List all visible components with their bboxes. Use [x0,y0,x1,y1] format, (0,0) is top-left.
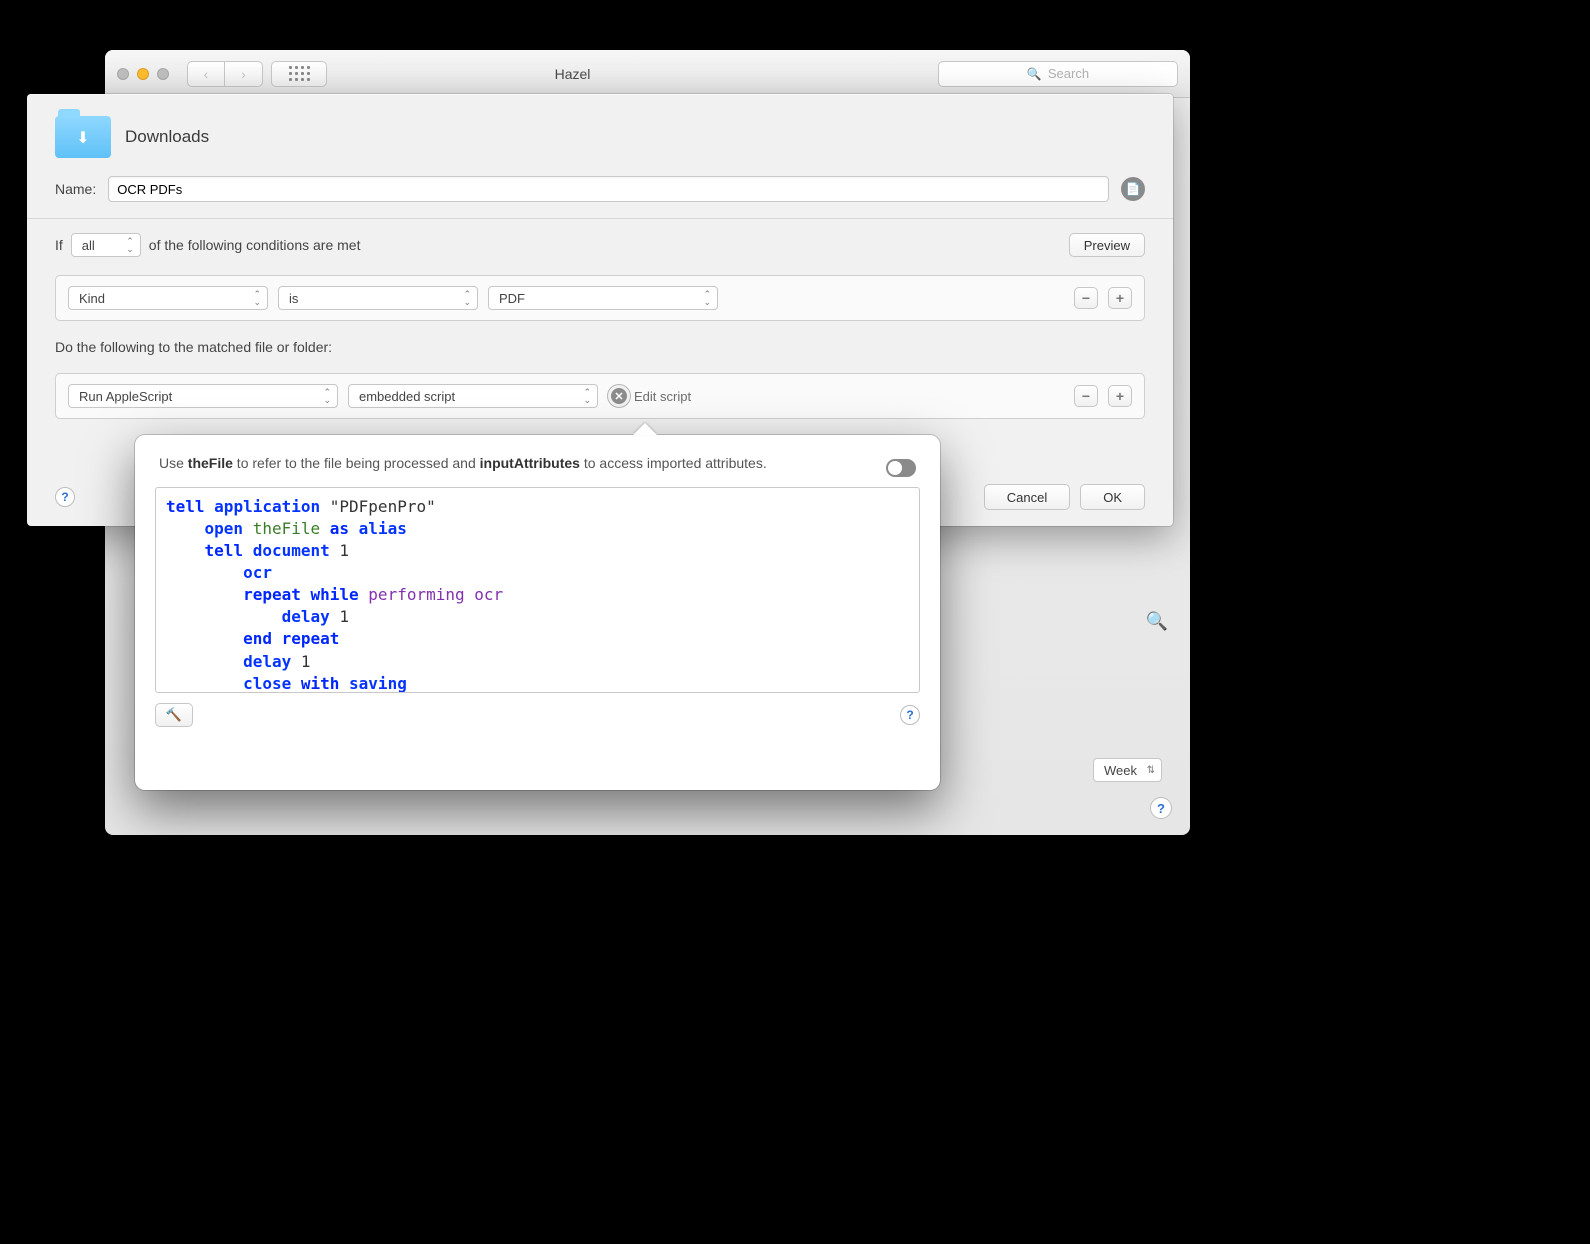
rule-notes-button[interactable]: 📄 [1121,177,1145,201]
script-editor-popover: Use theFile to refer to the file being p… [135,435,940,790]
if-prefix: If [55,237,63,253]
action-row: Run AppleScript ⌃⌄ embedded script ⌃⌄ ✕ … [55,373,1145,419]
condition-row: Kind ⌃⌄ is ⌃⌄ PDF ⌃⌄ − + [55,275,1145,321]
cancel-button[interactable]: Cancel [984,484,1070,510]
background-search-icon[interactable]: 🔍 [1142,606,1172,636]
preview-button[interactable]: Preview [1069,233,1145,257]
toolbar-search-field[interactable]: 🔍 Search [938,61,1178,87]
edit-script-label[interactable]: Edit script [634,389,691,404]
hint-var-inputattributes: inputAttributes [480,455,580,471]
background-help-button[interactable]: ? [1150,797,1172,819]
condition-operator-label: is [289,291,298,306]
action-source-popup[interactable]: embedded script ⌃⌄ [348,384,598,408]
minimize-window-button[interactable] [137,68,149,80]
zoom-window-button[interactable] [157,68,169,80]
actions-section: Do the following to the matched file or … [27,321,1173,363]
script-source-editor[interactable]: tell application "PDFpenPro" open theFil… [155,487,920,693]
rule-name-label: Name: [55,181,96,197]
condition-attribute-label: Kind [79,291,105,306]
rule-name-row: Name: 📄 [27,176,1173,218]
compile-script-button[interactable]: 🔨 [155,703,193,727]
download-arrow-icon: ⬇ [76,128,89,148]
ok-button[interactable]: OK [1080,484,1145,510]
action-source-label: embedded script [359,389,455,404]
if-quantifier-popup[interactable]: all ⌃⌄ [71,233,141,257]
background-period-label: Week [1104,763,1137,778]
conditions-header-line: If all ⌃⌄ of the following conditions ar… [55,233,1145,257]
action-type-popup[interactable]: Run AppleScript ⌃⌄ [68,384,338,408]
hint-text: Use [159,455,188,471]
condition-value-label: PDF [499,291,525,306]
condition-operator-popup[interactable]: is ⌃⌄ [278,286,478,310]
if-suffix: of the following conditions are met [149,237,361,253]
popover-help-button[interactable]: ? [900,705,920,725]
sheet-help-button[interactable]: ? [55,487,75,507]
titlebar: ‹ › Hazel 🔍 Search [105,50,1190,98]
background-period-select[interactable]: Week [1093,758,1162,782]
hammer-icon: 🔨 [166,707,182,723]
traffic-lights [117,68,169,80]
chevron-updown-icon: ⌃⌄ [323,388,331,404]
folder-name: Downloads [125,127,209,147]
remove-condition-button[interactable]: − [1074,287,1098,309]
close-popover-button[interactable]: ✕ [608,385,630,407]
chevron-updown-icon: ⌃⌄ [703,290,711,306]
popover-hint: Use theFile to refer to the file being p… [155,453,920,487]
hint-text: to refer to the file being processed and [233,455,480,471]
action-type-label: Run AppleScript [79,389,172,404]
remove-action-button[interactable]: − [1074,385,1098,407]
search-placeholder: Search [1048,66,1089,81]
hint-var-thefile: theFile [188,455,233,471]
popover-footer: 🔨 ? [155,693,920,727]
condition-value-popup[interactable]: PDF ⌃⌄ [488,286,718,310]
search-icon: 🔍 [1027,67,1042,81]
downloads-folder-icon: ⬇ [55,116,111,158]
chevron-left-icon: ‹ [204,66,209,82]
add-action-button[interactable]: + [1108,385,1132,407]
rule-name-input[interactable] [108,176,1109,202]
chevron-updown-icon: ⌃⌄ [463,290,471,306]
chevron-updown-icon: ⌃⌄ [126,237,134,253]
popover-toggle[interactable] [886,459,916,477]
hint-text: to access imported attributes. [580,455,767,471]
sheet-header: ⬇ Downloads [27,94,1173,176]
if-quantifier-label: all [82,238,95,253]
add-condition-button[interactable]: + [1108,287,1132,309]
edit-script-group: ✕ Edit script [608,385,691,407]
chevron-updown-icon: ⌃⌄ [253,290,261,306]
notes-icon: 📄 [1126,182,1141,196]
do-label: Do the following to the matched file or … [55,339,332,355]
chevron-updown-icon: ⌃⌄ [583,388,591,404]
window-title: Hazel [215,66,930,82]
actions-header-line: Do the following to the matched file or … [55,339,1145,355]
conditions-section: If all ⌃⌄ of the following conditions ar… [27,219,1173,265]
condition-attribute-popup[interactable]: Kind ⌃⌄ [68,286,268,310]
close-window-button[interactable] [117,68,129,80]
